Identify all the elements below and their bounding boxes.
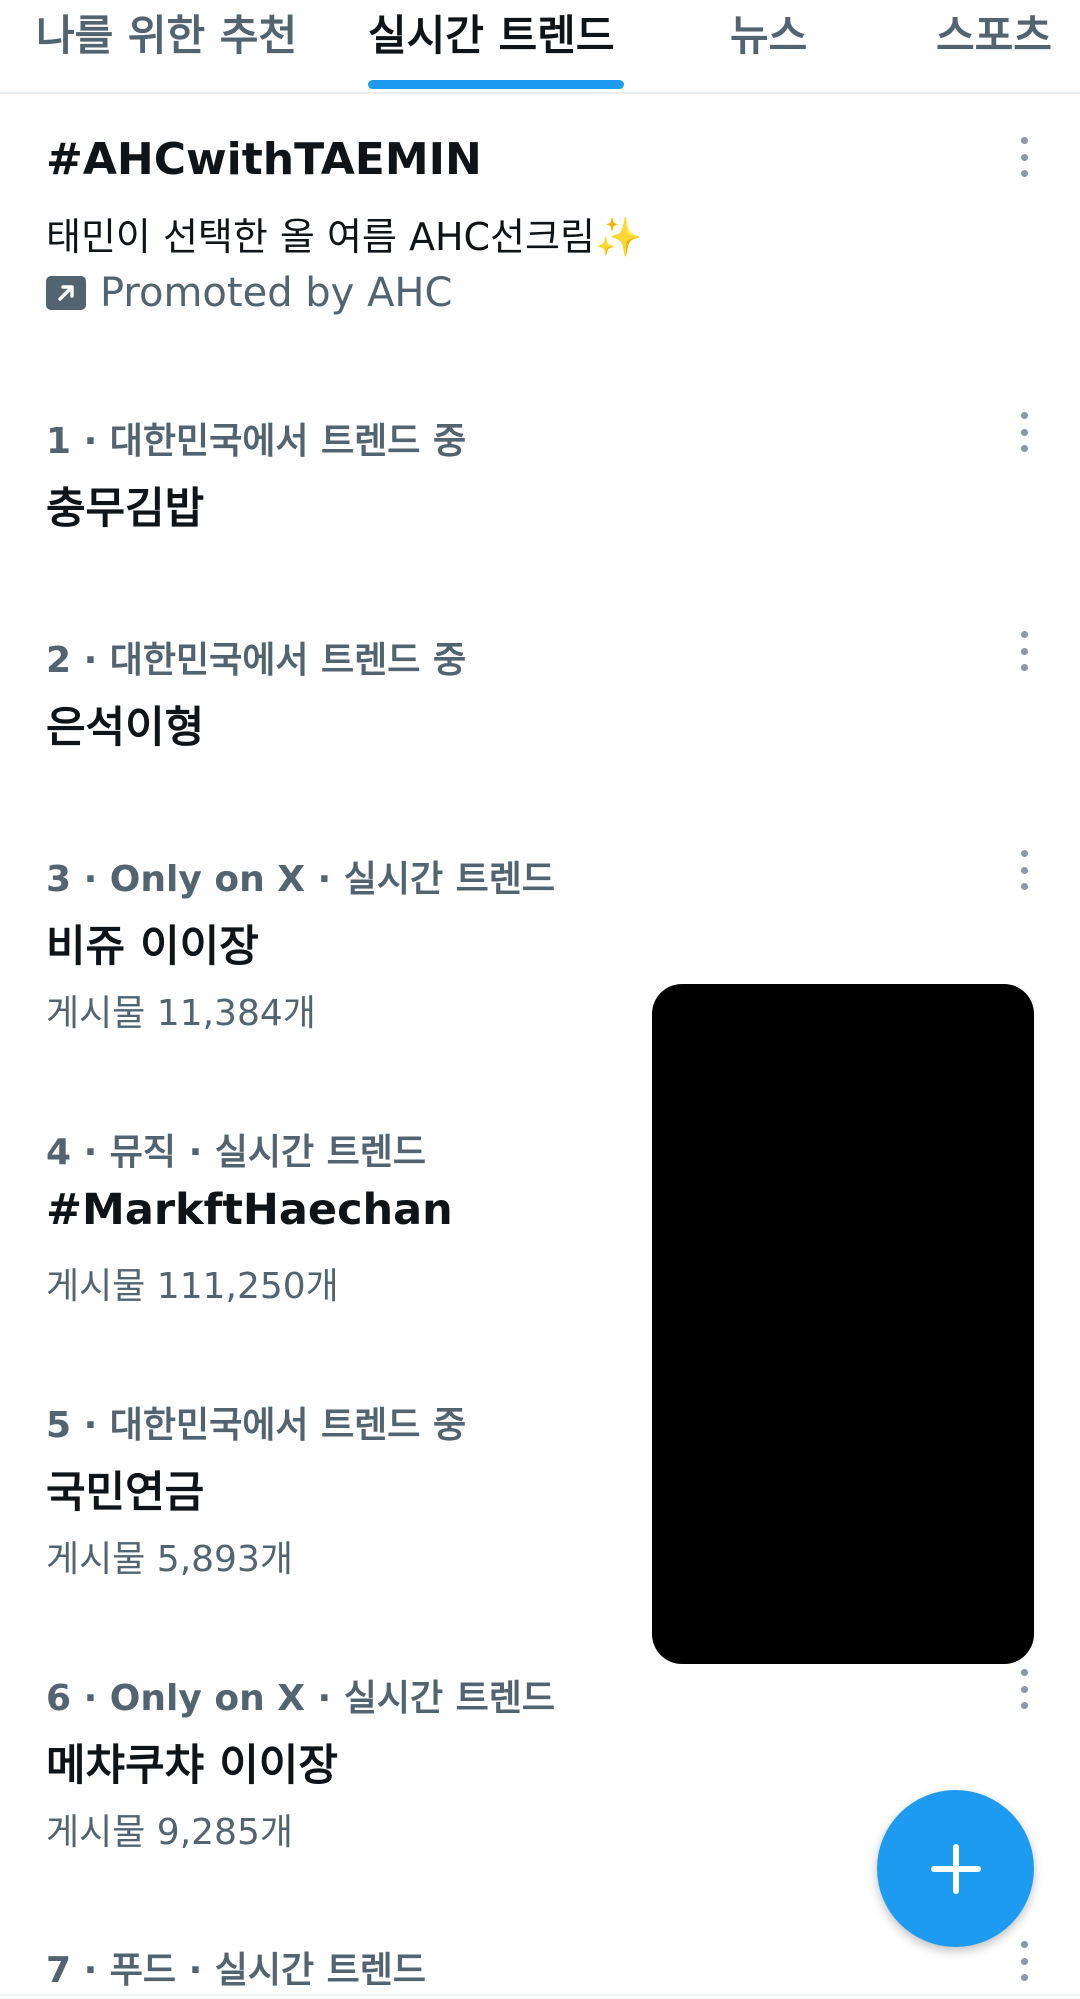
compose-button[interactable] xyxy=(877,1790,1034,1947)
promoted-trend[interactable]: #AHCwithTAEMIN 태민이 선택한 올 여름 AHC선크림✨ Prom… xyxy=(0,120,1080,330)
trend-post-count: 게시물 11,384개 xyxy=(46,993,316,1034)
trend-post-count: 게시물 9,285개 xyxy=(46,1812,293,1853)
promoted-trend-title: #AHCwithTAEMIN xyxy=(46,134,482,185)
tab-news[interactable]: 뉴스 xyxy=(730,0,807,94)
trend-title: 메챠쿠챠 이이장 xyxy=(46,1741,338,1791)
trend-meta: 7 · 푸드 · 실시간 트렌드 xyxy=(46,1950,427,1991)
trend-item[interactable]: 7 · 푸드 · 실시간 트렌드 xyxy=(0,1937,1080,1999)
trend-title: #MarkftHaechan xyxy=(46,1185,453,1235)
tab-sports[interactable]: 스포츠 xyxy=(936,0,1052,94)
trend-meta: 2 · 대한민국에서 트렌드 중 xyxy=(46,640,467,681)
trend-meta: 6 · Only on X · 실시간 트렌드 xyxy=(46,1678,556,1719)
trend-item[interactable]: 2 · 대한민국에서 트렌드 중 은석이형 xyxy=(0,627,1080,777)
promoted-trend-description: 태민이 선택한 올 여름 AHC선크림✨ xyxy=(46,215,643,259)
trend-meta: 1 · 대한민국에서 트렌드 중 xyxy=(46,421,467,462)
trend-meta: 5 · 대한민국에서 트렌드 중 xyxy=(46,1405,467,1446)
trend-title: 은석이형 xyxy=(46,703,205,753)
trend-title: 국민연금 xyxy=(46,1468,205,1518)
redaction-overlay xyxy=(652,984,1034,1664)
trend-meta: 3 · Only on X · 실시간 트렌드 xyxy=(46,859,556,900)
explore-trending-screen: 나를 위한 추천 실시간 트렌드 뉴스 스포츠 #AHCwithTAEMIN 태… xyxy=(0,0,1080,1999)
more-vertical-icon[interactable] xyxy=(1014,1669,1034,1709)
tab-for-you[interactable]: 나를 위한 추천 xyxy=(36,0,297,94)
more-vertical-icon[interactable] xyxy=(1014,850,1034,890)
trend-meta: 4 · 뮤직 · 실시간 트렌드 xyxy=(46,1132,427,1173)
more-vertical-icon[interactable] xyxy=(1014,412,1034,452)
explore-tab-bar: 나를 위한 추천 실시간 트렌드 뉴스 스포츠 xyxy=(0,0,1080,94)
promoted-by-text: Promoted by AHC xyxy=(100,270,453,316)
promoted-by-line: Promoted by AHC xyxy=(46,270,452,316)
trend-post-count: 게시물 111,250개 xyxy=(46,1266,339,1307)
more-vertical-icon[interactable] xyxy=(1014,137,1034,177)
trend-item[interactable]: 1 · 대한민국에서 트렌드 중 충무김밥 xyxy=(0,408,1080,558)
promoted-arrow-icon xyxy=(46,276,86,310)
active-tab-indicator xyxy=(368,80,624,89)
trend-post-count: 게시물 5,893개 xyxy=(46,1539,293,1580)
more-vertical-icon[interactable] xyxy=(1014,631,1034,671)
more-vertical-icon[interactable] xyxy=(1014,1941,1034,1981)
trend-title: 비쥬 이이장 xyxy=(46,922,259,972)
plus-icon xyxy=(930,1843,981,1894)
divider xyxy=(0,1994,1080,1996)
trend-title: 충무김밥 xyxy=(46,484,205,534)
